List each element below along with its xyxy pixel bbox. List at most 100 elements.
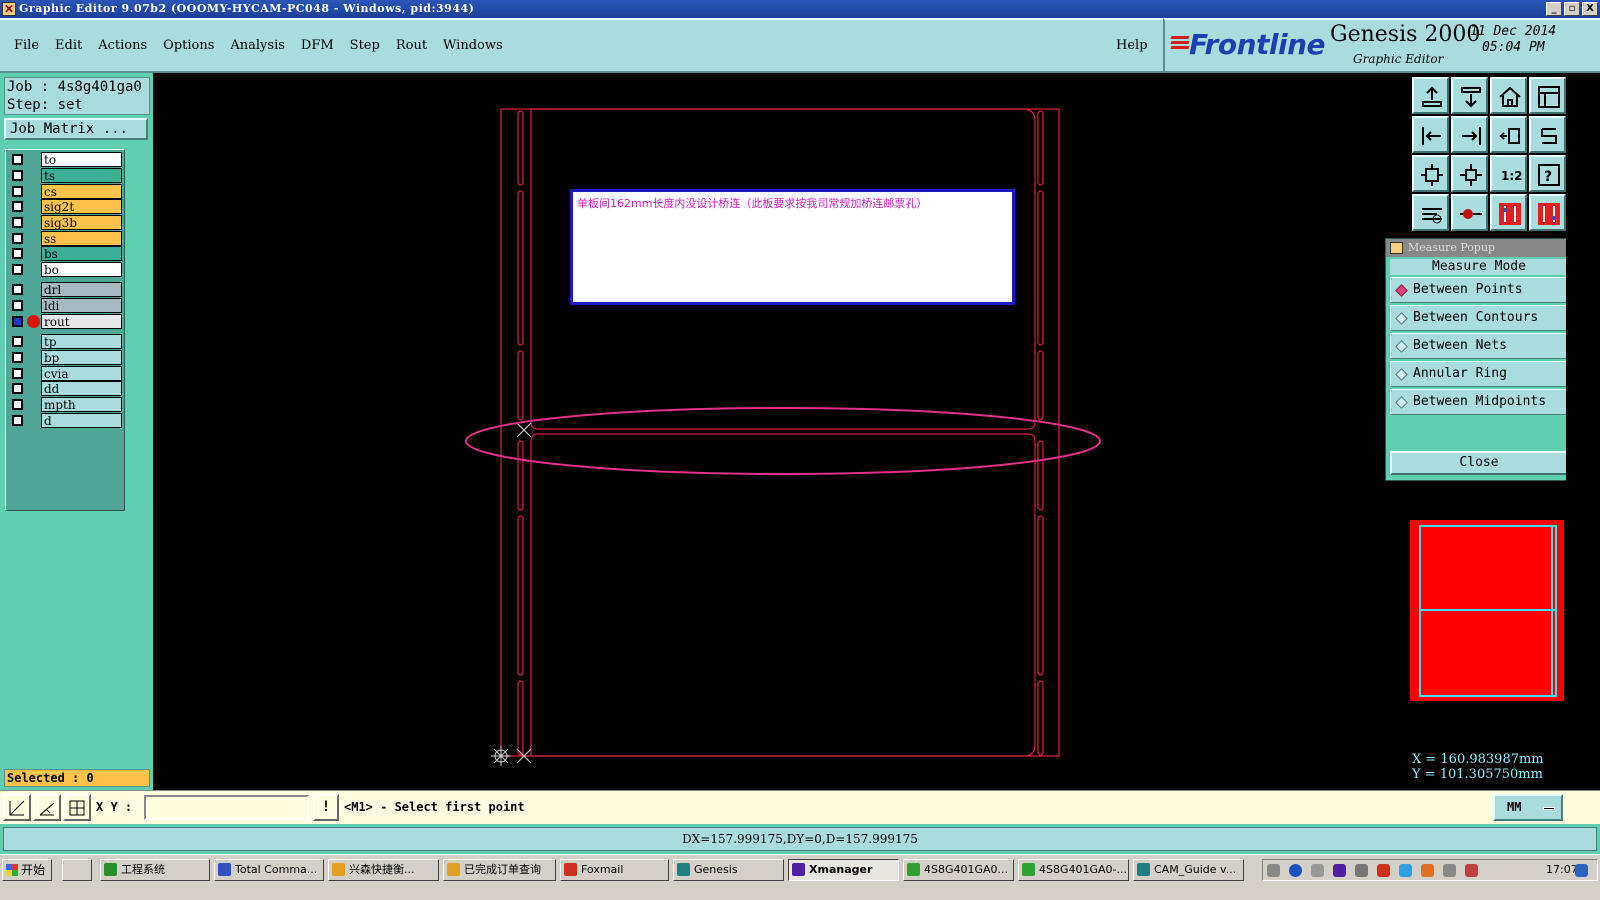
menu-options[interactable]: Options xyxy=(155,38,222,53)
tray-pdf-icon[interactable] xyxy=(1421,864,1434,877)
taskbar-item[interactable]: Total Comma... xyxy=(214,859,324,881)
option-between-points[interactable]: Between Points xyxy=(1390,277,1568,303)
home-icon[interactable] xyxy=(1490,77,1527,114)
zoom-fit-icon[interactable] xyxy=(1412,155,1449,192)
layer-row-tp[interactable]: tp xyxy=(8,334,124,349)
tray-desktop-icon[interactable] xyxy=(1575,864,1588,877)
quick-launch-desktop-icon[interactable] xyxy=(62,859,92,881)
close-window-button[interactable]: X xyxy=(1582,2,1598,16)
layer-name[interactable]: sig2t xyxy=(41,199,122,214)
layer-name[interactable]: ss xyxy=(41,231,122,246)
layer-name[interactable]: mpth xyxy=(41,397,122,412)
layer-checkbox[interactable] xyxy=(12,201,23,212)
option-between-midpoints[interactable]: Between Midpoints xyxy=(1390,389,1568,415)
pad-icon[interactable] xyxy=(1451,194,1488,231)
tray-security-icon[interactable] xyxy=(1465,864,1478,877)
layer-name[interactable]: ldi xyxy=(41,298,122,313)
layer-checkbox[interactable] xyxy=(12,368,23,379)
option-annular-ring[interactable]: Annular Ring xyxy=(1390,361,1568,387)
layer-checkbox[interactable] xyxy=(12,154,23,165)
pan-right-icon[interactable] xyxy=(1451,116,1488,153)
snap-icon[interactable] xyxy=(3,794,31,821)
taskbar-item[interactable]: 4S8G401GA0-... xyxy=(1018,859,1129,881)
layer-row-bo[interactable]: bo xyxy=(8,262,124,277)
option-between-contours[interactable]: Between Contours xyxy=(1390,305,1568,331)
menu-actions[interactable]: Actions xyxy=(90,38,155,53)
tray-keyboard-icon[interactable] xyxy=(1267,864,1280,877)
menu-help[interactable]: Help xyxy=(1116,38,1148,53)
layer-checkbox[interactable] xyxy=(12,383,23,394)
layer-row-bs[interactable]: bs xyxy=(8,246,124,261)
layer-name[interactable]: bs xyxy=(41,246,122,261)
layer-row-dd[interactable]: dd xyxy=(8,381,124,396)
tray-qq-icon[interactable] xyxy=(1399,864,1412,877)
popup-close-button[interactable]: Close xyxy=(1390,451,1568,475)
grid-icon[interactable] xyxy=(63,794,91,821)
layer-b-icon[interactable] xyxy=(1529,194,1566,231)
taskbar-item[interactable]: CAM_Guide v... xyxy=(1133,859,1244,881)
pan-down-icon[interactable] xyxy=(1451,77,1488,114)
graphics-canvas[interactable]: 单板间162mm长度内没设计桥连（此板要求按我司常规加桥连邮票孔） xyxy=(153,73,1408,790)
help-icon[interactable]: ? xyxy=(1529,155,1566,192)
tray-usb-icon[interactable] xyxy=(1443,864,1456,877)
layer-row-mpth[interactable]: mpth xyxy=(8,397,124,412)
layer-name[interactable]: dd xyxy=(41,381,122,396)
tray-foxmail-icon[interactable] xyxy=(1377,864,1390,877)
layer-name[interactable]: to xyxy=(41,152,122,167)
layer-name[interactable]: tp xyxy=(41,334,122,349)
job-matrix-button[interactable]: Job Matrix ... xyxy=(4,118,148,140)
window-icon[interactable] xyxy=(1529,77,1566,114)
layer-name[interactable]: ts xyxy=(41,168,122,183)
layer-row-rout[interactable]: rout xyxy=(8,314,124,329)
layer-row-cs[interactable]: cs xyxy=(8,184,124,199)
tray-network-icon[interactable] xyxy=(1311,864,1324,877)
layer-checkbox[interactable] xyxy=(12,217,23,228)
measure-icon[interactable] xyxy=(1412,194,1449,231)
layer-checkbox[interactable] xyxy=(12,316,23,327)
layer-row-sig3b[interactable]: sig3b xyxy=(8,215,124,230)
layer-name[interactable]: cs xyxy=(41,184,122,199)
layer-name[interactable]: bo xyxy=(41,262,122,277)
taskbar-item[interactable]: 4S8G401GA0... xyxy=(903,859,1014,881)
layer-row-ldi[interactable]: ldi xyxy=(8,298,124,313)
taskbar-item[interactable]: 兴森快捷衡... xyxy=(328,859,439,881)
layer-checkbox[interactable] xyxy=(12,248,23,259)
tray-xmanager-icon[interactable] xyxy=(1333,864,1346,877)
layer-row-to[interactable]: to xyxy=(8,152,124,167)
layer-row-ts[interactable]: ts xyxy=(8,168,124,183)
layer-checkbox[interactable] xyxy=(12,284,23,295)
warning-button[interactable]: ! xyxy=(313,794,339,821)
menu-analysis[interactable]: Analysis xyxy=(222,38,293,53)
layer-name[interactable]: bp xyxy=(41,350,122,365)
pan-left-icon[interactable] xyxy=(1412,116,1449,153)
layer-checkbox[interactable] xyxy=(12,264,23,275)
layer-checkbox[interactable] xyxy=(12,399,23,410)
zoom-back-icon[interactable] xyxy=(1490,116,1527,153)
layer-row-drl[interactable]: drl xyxy=(8,282,124,297)
layer-checkbox[interactable] xyxy=(12,170,23,181)
taskbar-item[interactable]: 工程系统 xyxy=(100,859,210,881)
layer-a-icon[interactable] xyxy=(1490,194,1527,231)
layer-row-cvia[interactable]: cvia xyxy=(8,366,124,381)
minimize-button[interactable]: _ xyxy=(1546,2,1562,16)
angle-snap-icon[interactable] xyxy=(33,794,61,821)
menu-file[interactable]: File xyxy=(6,38,47,53)
overview-minimap[interactable] xyxy=(1408,518,1566,703)
layer-row-sig2t[interactable]: sig2t xyxy=(8,199,124,214)
layer-name[interactable]: cvia xyxy=(41,366,122,381)
zoom-center-icon[interactable] xyxy=(1451,155,1488,192)
layer-checkbox[interactable] xyxy=(12,336,23,347)
taskbar-item[interactable]: 已完成订单查询 xyxy=(443,859,556,881)
units-selector[interactable]: MM xyxy=(1493,794,1563,821)
pan-up-icon[interactable] xyxy=(1412,77,1449,114)
layer-row-ss[interactable]: ss xyxy=(8,231,124,246)
option-between-nets[interactable]: Between Nets xyxy=(1390,333,1568,359)
tray-volume-icon[interactable] xyxy=(1355,864,1368,877)
layer-name[interactable]: rout xyxy=(41,314,122,329)
xy-input[interactable] xyxy=(144,795,309,820)
zoom-1to2-icon[interactable]: 1:2 xyxy=(1490,155,1527,192)
layer-name[interactable]: drl xyxy=(41,282,122,297)
menu-dfm[interactable]: DFM xyxy=(293,38,342,53)
start-button[interactable]: 开始 xyxy=(2,859,52,881)
taskbar-item[interactable]: Xmanager xyxy=(788,859,899,881)
